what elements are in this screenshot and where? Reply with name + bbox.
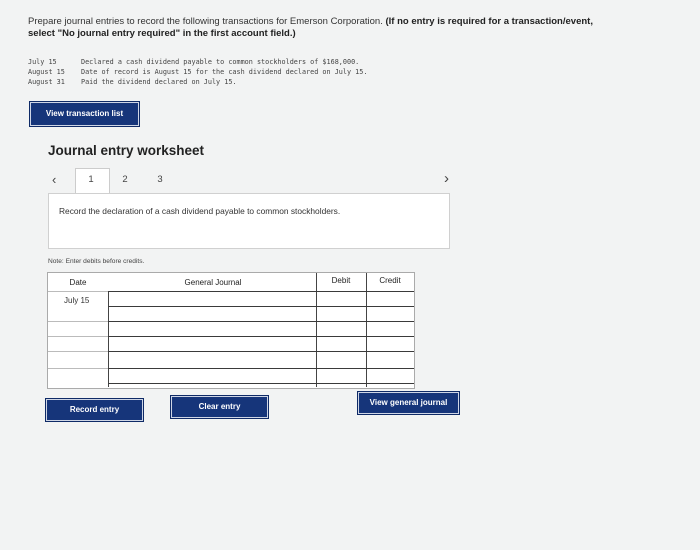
- date-column-header: Date: [69, 278, 87, 287]
- prev-arrow-icon[interactable]: ‹: [52, 172, 56, 187]
- transaction-row: August 31 Paid the dividend declared on …: [28, 77, 367, 87]
- row-divider: [108, 321, 414, 322]
- worksheet-title: Journal entry worksheet: [48, 143, 205, 158]
- instructions-text: Prepare journal entries to record the fo…: [28, 16, 383, 27]
- record-entry-button[interactable]: Record entry: [45, 398, 144, 422]
- clear-entry-button[interactable]: Clear entry: [170, 395, 269, 419]
- credit-column-header: Credit: [379, 276, 401, 285]
- date-cell: July 15: [64, 296, 90, 305]
- row-divider: [108, 368, 414, 369]
- transaction-row: July 15 Declared a cash dividend payable…: [28, 57, 367, 67]
- transaction-date: August 31: [28, 78, 65, 86]
- row-divider: [108, 351, 414, 352]
- row-divider: [108, 306, 414, 307]
- row-divider: [48, 368, 108, 369]
- transaction-text: Paid the dividend declared on July 15.: [81, 78, 237, 86]
- tab-1[interactable]: 1: [84, 174, 98, 185]
- view-transaction-list-button[interactable]: View transaction list: [29, 101, 140, 127]
- transaction-text: Declared a cash dividend payable to comm…: [81, 58, 360, 66]
- row-divider: [108, 291, 414, 292]
- entry-description: Record the declaration of a cash dividen…: [59, 206, 341, 216]
- instructions: Prepare journal entries to record the fo…: [28, 16, 678, 40]
- transaction-text: Date of record is August 15 for the cash…: [81, 68, 368, 76]
- row-divider: [108, 336, 414, 337]
- transaction-date: August 15: [28, 68, 65, 76]
- tab-3[interactable]: 3: [153, 174, 167, 185]
- row-divider: [48, 321, 108, 322]
- view-general-journal-button[interactable]: View general journal: [357, 391, 460, 415]
- transaction-list: July 15 Declared a cash dividend payable…: [28, 57, 367, 87]
- row-divider: [108, 383, 414, 384]
- row-divider: [48, 291, 108, 292]
- tab-2[interactable]: 2: [118, 174, 132, 185]
- note-text: Note: Enter debits before credits.: [48, 258, 145, 265]
- next-arrow-icon[interactable]: ›: [444, 170, 449, 187]
- transaction-row: August 15 Date of record is August 15 fo…: [28, 67, 367, 77]
- entry-description-box: Record the declaration of a cash dividen…: [48, 193, 450, 249]
- instructions-bold-2: select "No journal entry required" in th…: [28, 28, 296, 39]
- row-divider: [48, 336, 108, 337]
- debit-column-header: Debit: [331, 276, 351, 285]
- general-journal-column-header: General Journal: [184, 278, 242, 287]
- row-divider: [48, 351, 108, 352]
- transaction-date: July 15: [28, 58, 57, 66]
- journal-table: Date General Journal Debit Credit July 1…: [47, 272, 415, 389]
- instructions-bold-1: (If no entry is required for a transacti…: [382, 16, 593, 27]
